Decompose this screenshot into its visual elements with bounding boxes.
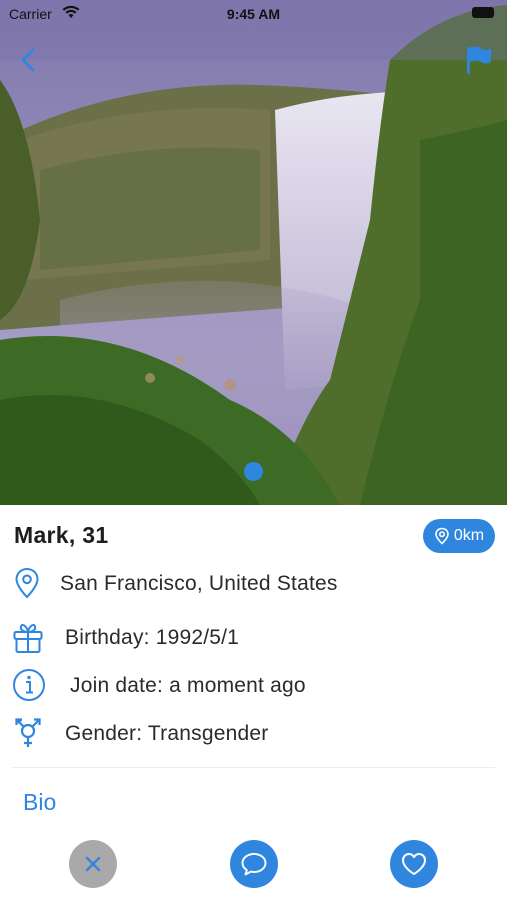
profile-photo[interactable]: Carrier 9:45 AM: [0, 0, 507, 505]
status-bar: Carrier 9:45 AM: [0, 0, 507, 28]
location-text: San Francisco, United States: [60, 572, 338, 595]
map-pin-icon: [435, 527, 449, 545]
distance-value: 0km: [453, 527, 485, 544]
bio-heading: Bio: [23, 789, 57, 815]
photo-page-indicator[interactable]: [244, 462, 263, 481]
profile-name-age: Mark, 31: [14, 522, 109, 548]
transgender-icon: [12, 716, 44, 750]
gift-icon: [12, 620, 44, 654]
gender-text: Gender: Transgender: [65, 722, 269, 745]
chat-bubble-icon: [241, 853, 267, 876]
back-button[interactable]: [14, 44, 44, 76]
map-pin-icon: [12, 566, 44, 600]
info-icon: [12, 668, 45, 702]
report-button[interactable]: [462, 44, 494, 76]
close-icon: [85, 856, 101, 872]
heart-icon: [402, 853, 426, 875]
flag-icon: [467, 46, 491, 74]
section-divider: [12, 767, 495, 768]
location-row: San Francisco, United States: [0, 566, 507, 602]
status-time: 9:45 AM: [226, 6, 281, 22]
battery-icon: [472, 7, 494, 18]
birthday-text: Birthday: 1992/5/1: [65, 626, 240, 649]
gender-row: Gender: Transgender: [0, 716, 507, 752]
chevron-left-icon: [21, 48, 35, 72]
join-date-row: Join date: a moment ago: [0, 668, 507, 704]
waterfall-photo: [0, 0, 507, 505]
dismiss-button[interactable]: [69, 840, 117, 888]
chat-button[interactable]: [230, 840, 278, 888]
join-date-text: Join date: a moment ago: [70, 674, 306, 697]
birthday-row: Birthday: 1992/5/1: [0, 620, 507, 656]
distance-badge: 0km: [423, 519, 495, 553]
like-button[interactable]: [390, 840, 438, 888]
